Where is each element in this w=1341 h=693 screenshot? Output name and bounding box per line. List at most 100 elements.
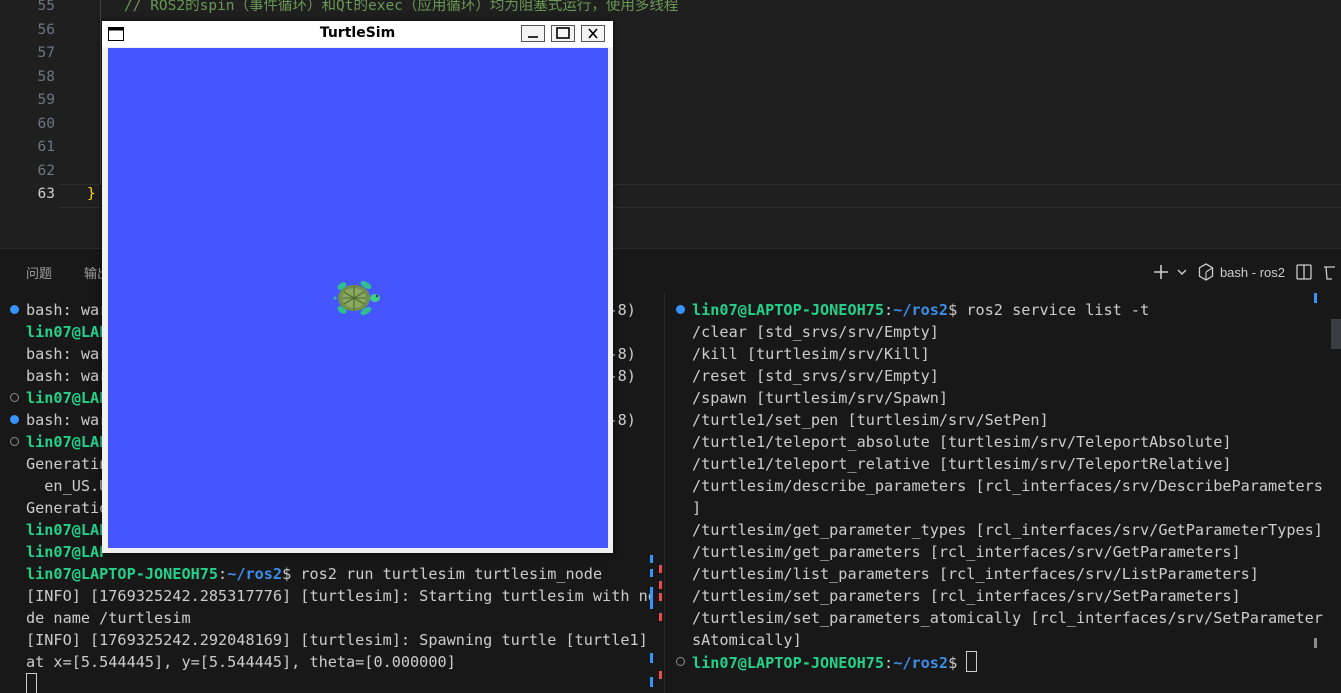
- terminal-line: Generatin: [26, 453, 108, 475]
- editor-line[interactable]: 55 // ROS2的spin（事件循环）和Qt的exec（应用循环）均为阻塞式运…: [0, 0, 1341, 18]
- terminal-line: /kill [turtlesim/srv/Kill]: [692, 343, 930, 365]
- terminal-line: at x=[5.544445], y=[5.544445], theta=[0.…: [26, 651, 456, 673]
- terminal-text: /turtlesim/set_parameters [rcl_interface…: [692, 587, 1241, 605]
- terminal-line: lin07@LAPTOP-JONEOH75:~/ros2$ ros2 servi…: [692, 299, 1149, 321]
- close-icon: [588, 28, 598, 39]
- terminal-splitter[interactable]: [664, 293, 665, 693]
- terminal-line: /turtlesim/set_parameters [rcl_interface…: [692, 585, 1241, 607]
- terminal-cursor: [26, 673, 37, 693]
- line-number: 63: [37, 186, 55, 202]
- prompt-user: lin07@LAP: [26, 389, 109, 407]
- scroll-marker: [1314, 293, 1317, 303]
- maximize-icon: [556, 27, 570, 39]
- command-decoration-icon[interactable]: [676, 305, 685, 314]
- line-number: 60: [37, 115, 55, 132]
- kill-terminal-button[interactable]: [1323, 263, 1335, 281]
- terminal-text: /turtlesim/set_parameters_atomically [rc…: [692, 609, 1323, 627]
- terminal-line: en_US.U: [26, 475, 108, 497]
- terminal-text: :: [884, 654, 894, 672]
- terminal-text: /turtlesim/list_parameters [rcl_interfac…: [692, 565, 1259, 583]
- terminal-line: /turtlesim/list_parameters [rcl_interfac…: [692, 563, 1259, 585]
- close-button[interactable]: [581, 25, 605, 42]
- scroll-marker: [650, 587, 653, 609]
- right-terminal-scrollbar[interactable]: [1314, 293, 1320, 693]
- terminal-text: /turtle1/teleport_relative [turtlesim/sr…: [692, 455, 1232, 473]
- terminal-text: de name /turtlesim: [26, 609, 191, 627]
- terminal-text: /kill [turtlesim/srv/Kill]: [692, 345, 930, 363]
- left-terminal-scrollbar[interactable]: [650, 293, 664, 693]
- prompt-user: lin07@LAP: [26, 521, 109, 539]
- terminal-shell-icon: [1198, 263, 1214, 281]
- terminal-text: :: [218, 565, 228, 583]
- command-decoration-empty-icon[interactable]: [10, 393, 19, 402]
- scroll-marker: [650, 569, 653, 577]
- turtlesim-titlebar[interactable]: TurtleSim: [102, 21, 613, 47]
- terminal-line: /turtlesim/get_parameter_types [rcl_inte…: [692, 519, 1323, 541]
- scroll-marker: [650, 555, 653, 563]
- terminal-text: /turtlesim/describe_parameters [rcl_inte…: [692, 477, 1323, 495]
- prompt-user: lin07@LAP: [26, 543, 109, 561]
- split-icon: [1296, 264, 1312, 280]
- panel-scrollbar-thumb[interactable]: [1331, 319, 1341, 349]
- command-decoration-empty-icon[interactable]: [676, 657, 685, 666]
- terminal-name: bash - ros2: [1219, 264, 1285, 280]
- terminal-text: sAtomically]: [692, 631, 802, 649]
- terminal-text: bash: war: [26, 301, 109, 319]
- terminal-text: $ ros2 run turtlesim turtlesim_node: [282, 565, 603, 583]
- terminal-text: /reset [std_srvs/srv/Empty]: [692, 367, 939, 385]
- terminal-line: lin07@LAP: [26, 321, 108, 343]
- maximize-button[interactable]: [551, 25, 575, 42]
- terminal-line: sAtomically]: [692, 629, 802, 651]
- scroll-marker: [659, 565, 662, 573]
- terminal-right[interactable]: lin07@LAPTOP-JONEOH75:~/ros2$ ros2 servi…: [670, 293, 1330, 693]
- terminal-selector[interactable]: bash - ros2: [1198, 263, 1285, 281]
- terminal-text: bash: war: [26, 411, 109, 429]
- turtlesim-window: TurtleSim: [102, 21, 613, 553]
- scroll-marker: [659, 581, 662, 589]
- turtle-icon: [334, 281, 380, 315]
- scroll-marker: [659, 671, 662, 679]
- minimize-icon: [528, 36, 538, 38]
- terminal-text: Generatio: [26, 499, 109, 517]
- line-number: 55: [37, 0, 55, 14]
- terminal-line: lin07@LAP: [26, 387, 108, 409]
- split-terminal-button[interactable]: [1295, 263, 1313, 281]
- terminal-text: /spawn [turtlesim/srv/Spawn]: [692, 389, 949, 407]
- terminal-line: /spawn [turtlesim/srv/Spawn]: [692, 387, 948, 409]
- prompt-path: ~/ros2: [227, 565, 283, 583]
- plus-icon: [1153, 265, 1168, 279]
- terminal-text: en_US.U: [26, 477, 109, 495]
- scroll-marker: [650, 677, 653, 687]
- terminal-line: ]: [692, 497, 701, 519]
- terminal-text: ]: [692, 499, 702, 517]
- terminal-line: lin07@LAPTOP-JONEOH75:~/ros2$ ros2 run t…: [26, 563, 602, 585]
- terminal-line: /turtlesim/get_parameters [rcl_interface…: [692, 541, 1241, 563]
- chevron-down-icon: [1177, 269, 1187, 275]
- terminal-line: [INFO] [1769325242.292048169] [turtlesim…: [26, 629, 648, 651]
- terminal-line: lin07@LAP: [26, 519, 108, 541]
- minimize-button[interactable]: [521, 25, 545, 42]
- terminal-text: :: [884, 301, 894, 319]
- line-number: 58: [37, 68, 55, 85]
- terminal-text: /turtlesim/get_parameter_types [rcl_inte…: [692, 521, 1323, 539]
- terminal-line: lin07@LAP: [26, 431, 108, 453]
- terminal-text: $ ros2 service list -t: [948, 301, 1150, 319]
- command-decoration-icon[interactable]: [10, 415, 19, 424]
- code-text: }: [87, 186, 96, 202]
- terminal-text: [INFO] [1769325242.285317776] [turtlesim…: [26, 587, 650, 605]
- prompt-user: lin07@LAPTOP-JONEOH75: [26, 565, 219, 583]
- tab-problems[interactable]: 问题: [26, 263, 52, 282]
- terminal-text: /turtlesim/get_parameters [rcl_interface…: [692, 543, 1241, 561]
- prompt-user: lin07@LAPTOP-JONEOH75: [692, 301, 885, 319]
- command-decoration-icon[interactable]: [10, 305, 19, 314]
- prompt-user: lin07@LAP: [26, 323, 109, 341]
- terminal-text: at x=[5.544445], y=[5.544445], theta=[0.…: [26, 653, 456, 671]
- prompt-user: lin07@LAP: [26, 433, 109, 451]
- terminal-line: lin07@LAP: [26, 541, 108, 563]
- terminal-line: /turtle1/set_pen [turtlesim/srv/SetPen]: [692, 409, 1049, 431]
- prompt-path: ~/ros2: [893, 301, 949, 319]
- command-decoration-empty-icon[interactable]: [10, 437, 19, 446]
- new-terminal-button[interactable]: [1152, 263, 1188, 281]
- prompt-user: lin07@LAPTOP-JONEOH75: [692, 654, 885, 672]
- line-number: 56: [37, 21, 55, 38]
